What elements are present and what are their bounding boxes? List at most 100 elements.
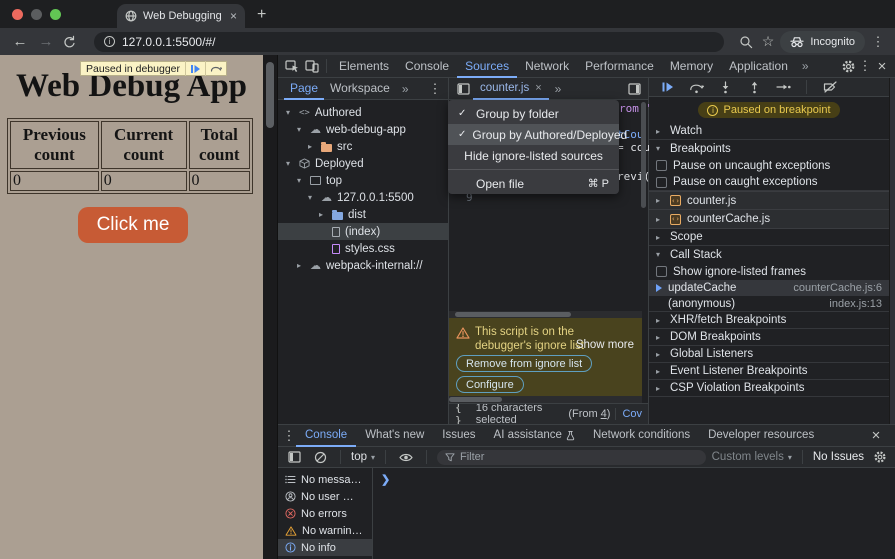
coverage-link[interactable]: Cov bbox=[615, 408, 642, 420]
from-line-link[interactable]: 4) bbox=[601, 408, 611, 420]
navigator-more-tabs-icon[interactable] bbox=[396, 82, 415, 96]
section-dom-breakpoints[interactable]: DOM Breakpoints bbox=[649, 329, 889, 346]
minimize-window-button[interactable] bbox=[31, 8, 42, 20]
drawer-close-icon[interactable] bbox=[866, 426, 886, 446]
call-stack-frame-anonymous[interactable]: (anonymous) index.js:13 bbox=[649, 296, 889, 312]
expand-open-icon[interactable] bbox=[286, 159, 294, 168]
remove-from-ignore-list-button[interactable]: Remove from ignore list bbox=[456, 355, 593, 372]
click-me-button[interactable]: Click me bbox=[78, 207, 188, 243]
drawer-tab-whats-new[interactable]: What's new bbox=[356, 425, 433, 447]
back-button[interactable]: ← bbox=[10, 33, 30, 50]
expand-closed-icon[interactable] bbox=[656, 215, 664, 224]
device-toolbar-icon[interactable] bbox=[302, 56, 322, 76]
console-filter-user-messages[interactable]: No user … bbox=[278, 488, 372, 505]
drawer-tab-issues[interactable]: Issues bbox=[433, 425, 484, 447]
expand-closed-icon[interactable] bbox=[656, 384, 664, 393]
tree-item-styles-css[interactable]: styles.css bbox=[278, 240, 448, 257]
tree-item-deployed[interactable]: Deployed bbox=[278, 155, 448, 172]
checkbox[interactable] bbox=[656, 160, 667, 171]
tree-item-index[interactable]: (index) bbox=[278, 223, 448, 240]
expand-closed-icon[interactable] bbox=[656, 233, 664, 242]
breakpoint-group-counter-cache-js[interactable]: counterCache.js bbox=[649, 210, 889, 229]
console-sidebar-toggle-icon[interactable] bbox=[284, 447, 304, 467]
devtools-menu-icon[interactable] bbox=[858, 58, 872, 74]
section-csp-violation-breakpoints[interactable]: CSP Violation Breakpoints bbox=[649, 380, 889, 397]
console-filter-warnings[interactable]: No warnin… bbox=[278, 522, 372, 539]
scrollbar-thumb[interactable] bbox=[455, 312, 571, 317]
editor-vertical-scrollbar[interactable] bbox=[641, 102, 646, 208]
expand-closed-icon[interactable] bbox=[656, 367, 664, 376]
bookmark-star-icon[interactable] bbox=[762, 33, 775, 50]
step-into-icon[interactable] bbox=[715, 77, 735, 97]
no-issues-label[interactable]: No Issues bbox=[813, 451, 864, 463]
tab-application[interactable]: Application bbox=[721, 55, 796, 78]
editor-tab-close-icon[interactable]: × bbox=[535, 83, 541, 94]
drawer-tab-console[interactable]: Console bbox=[296, 425, 356, 447]
tab-console[interactable]: Console bbox=[397, 55, 457, 78]
step-out-icon[interactable] bbox=[744, 77, 764, 97]
page-scrollbar[interactable] bbox=[263, 55, 277, 559]
expand-open-icon[interactable] bbox=[656, 144, 664, 153]
tree-item-top[interactable]: top bbox=[278, 172, 448, 189]
console-settings-gear-icon[interactable] bbox=[870, 447, 890, 467]
tree-item-src[interactable]: src bbox=[278, 138, 448, 155]
tab-network[interactable]: Network bbox=[517, 55, 577, 78]
zoom-icon[interactable] bbox=[736, 32, 756, 52]
devtools-close-icon[interactable] bbox=[872, 56, 892, 76]
clear-console-icon[interactable] bbox=[310, 447, 330, 467]
expand-closed-icon[interactable] bbox=[308, 142, 316, 151]
console-filter[interactable] bbox=[437, 449, 706, 465]
editor-tab-counter-js[interactable]: counter.js × bbox=[473, 78, 549, 100]
expand-closed-icon[interactable] bbox=[656, 333, 664, 342]
devtools-scrollbar[interactable] bbox=[889, 78, 895, 424]
console-context-selector[interactable]: top bbox=[351, 451, 375, 463]
drawer-tab-developer-resources[interactable]: Developer resources bbox=[699, 425, 823, 447]
pretty-print-icon[interactable] bbox=[455, 404, 471, 424]
browser-tab[interactable]: Web Debugging Example × bbox=[117, 4, 245, 28]
step-over-icon[interactable] bbox=[686, 77, 706, 97]
expand-closed-icon[interactable] bbox=[319, 210, 327, 219]
show-ignore-listed-frames-row[interactable]: Show ignore-listed frames bbox=[649, 263, 889, 280]
expand-open-icon[interactable] bbox=[297, 125, 305, 134]
deactivate-breakpoints-icon[interactable] bbox=[820, 77, 840, 97]
editor-more-tabs-icon[interactable] bbox=[549, 82, 568, 96]
frame-location[interactable]: index.js:13 bbox=[829, 298, 882, 310]
tree-item-dist[interactable]: dist bbox=[278, 206, 448, 223]
settings-gear-icon[interactable] bbox=[838, 56, 858, 76]
drawer-menu-icon[interactable] bbox=[282, 428, 296, 444]
pause-caught-exceptions-row[interactable]: Pause on caught exceptions bbox=[649, 174, 889, 191]
address-bar[interactable]: 127.0.0.1:5500/#/ bbox=[94, 31, 724, 52]
tab-memory[interactable]: Memory bbox=[662, 55, 721, 78]
tab-sources[interactable]: Sources bbox=[457, 55, 517, 78]
checkbox[interactable] bbox=[656, 266, 667, 277]
section-watch[interactable]: Watch bbox=[649, 123, 889, 140]
expand-open-icon[interactable] bbox=[308, 193, 316, 202]
menu-item-group-by-folder[interactable]: Group by folder bbox=[448, 103, 619, 124]
resume-script-button[interactable] bbox=[185, 61, 205, 76]
tree-item-localhost[interactable]: 127.0.0.1:5500 bbox=[278, 189, 448, 206]
section-event-listener-breakpoints[interactable]: Event Listener Breakpoints bbox=[649, 363, 889, 380]
navigator-tab-workspace[interactable]: Workspace bbox=[324, 78, 396, 100]
expand-closed-icon[interactable] bbox=[297, 261, 305, 270]
console-prompt-icon[interactable] bbox=[381, 473, 390, 486]
maximize-window-button[interactable] bbox=[50, 8, 61, 20]
browser-menu-icon[interactable] bbox=[871, 34, 885, 50]
navigator-tab-page[interactable]: Page bbox=[284, 78, 324, 100]
call-stack-frame-update-cache[interactable]: updateCache counterCache.js:6 bbox=[649, 280, 889, 296]
show-more-link[interactable]: Show more bbox=[576, 339, 634, 351]
expand-open-icon[interactable] bbox=[656, 250, 664, 259]
resume-script-icon[interactable] bbox=[657, 77, 677, 97]
eye-icon[interactable] bbox=[396, 447, 416, 467]
page-scrollbar-thumb[interactable] bbox=[266, 62, 274, 128]
tab-close-icon[interactable]: × bbox=[230, 10, 237, 22]
tree-item-web-debug-app[interactable]: web-debug-app bbox=[278, 121, 448, 138]
custom-levels-selector[interactable]: Custom levels bbox=[712, 451, 792, 463]
navigator-menu-icon[interactable] bbox=[428, 81, 442, 97]
section-global-listeners[interactable]: Global Listeners bbox=[649, 346, 889, 363]
console-filter-messages[interactable]: No messa… bbox=[278, 471, 372, 488]
expand-closed-icon[interactable] bbox=[656, 127, 664, 136]
tab-performance[interactable]: Performance bbox=[577, 55, 662, 78]
section-call-stack[interactable]: Call Stack bbox=[649, 246, 889, 263]
drawer-tab-network-conditions[interactable]: Network conditions bbox=[584, 425, 699, 447]
menu-item-group-by-authored-deployed[interactable]: Group by Authored/Deployed bbox=[448, 124, 627, 145]
